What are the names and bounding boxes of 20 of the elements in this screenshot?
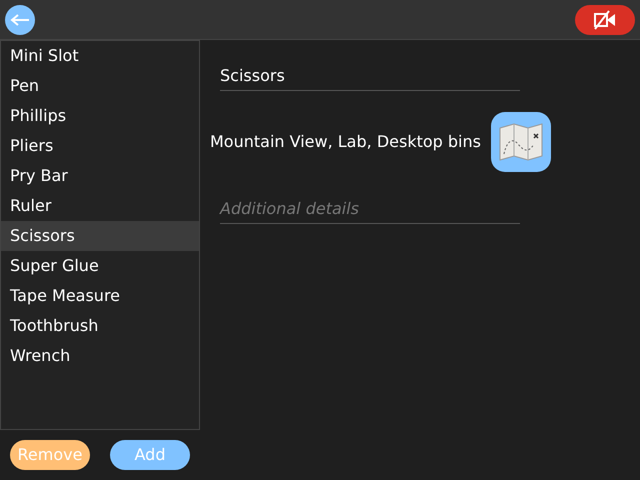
list-item[interactable]: Wrench: [1, 341, 199, 371]
list-item[interactable]: Ruler: [1, 191, 199, 221]
list-item[interactable]: Super Glue: [1, 251, 199, 281]
list-item[interactable]: Pry Bar: [1, 161, 199, 191]
camera-off-button[interactable]: [575, 4, 635, 34]
list-item[interactable]: Toothbrush: [1, 311, 199, 341]
camera-off-icon: [593, 10, 617, 30]
location-text: Mountain View, Lab, Desktop bins: [210, 131, 481, 153]
details-field[interactable]: Additional details: [220, 197, 520, 224]
map-icon: [498, 122, 543, 162]
list-item[interactable]: Phillips: [1, 101, 199, 131]
list-item[interactable]: Pen: [1, 71, 199, 101]
list-item[interactable]: Pliers: [1, 131, 199, 161]
list-item[interactable]: Tape Measure: [1, 281, 199, 311]
back-arrow-icon: [10, 14, 30, 26]
list-item[interactable]: Mini Slot: [1, 41, 199, 71]
map-button[interactable]: [490, 112, 551, 172]
list-item[interactable]: Scissors: [1, 221, 199, 251]
back-button[interactable]: [5, 4, 35, 34]
name-field[interactable]: Scissors: [220, 64, 520, 91]
